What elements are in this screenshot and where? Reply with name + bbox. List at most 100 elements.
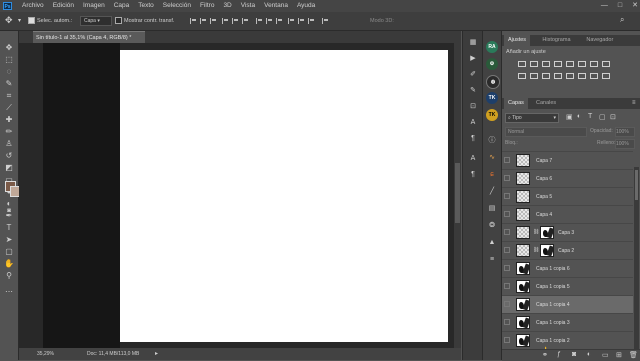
exposure-adjustment-icon[interactable] [554,61,562,67]
panel-menu-icon[interactable]: ≡ [632,100,636,106]
align-button-icon[interactable] [308,18,315,24]
brightness-adjustment-icon[interactable] [518,61,526,67]
pixel-filter-icon[interactable]: ▣ [566,113,573,121]
lasso-tool-icon[interactable]: ◌ [3,67,15,77]
brush-panel-icon[interactable]: ╱ [486,186,498,198]
layer-filter-dropdown[interactable]: ⌕ Tipo ▾ [505,113,559,123]
align-button-icon[interactable] [256,18,263,24]
levels-adjustment-icon[interactable] [530,61,538,67]
eraser-tool-icon[interactable]: ◩ [3,163,15,173]
mask-link-icon[interactable]: ⛓ [533,229,539,235]
layer-name[interactable]: Capa 5 [536,188,552,206]
visibility-toggle-icon[interactable] [504,283,510,289]
visibility-toggle-icon[interactable] [504,211,510,217]
blend-mode-dropdown[interactable]: Normal [505,127,587,137]
swirl-icon[interactable]: ∿ [486,152,498,164]
mask-link-icon[interactable]: ⛓ [533,247,539,253]
layer-row[interactable]: Capa 1 copia 2 [502,331,633,349]
status-menu-icon[interactable]: ▸ [155,348,158,360]
brush-tool-icon[interactable]: ✏ [3,127,15,137]
glyphs-panel-icon[interactable]: A [467,153,479,165]
align-button-icon[interactable] [222,18,229,24]
layer-mask-thumbnail[interactable] [540,244,554,257]
maximize-icon[interactable]: □ [618,0,622,12]
layer-row[interactable]: Capa 7 [502,151,633,169]
transform-controls-checkbox[interactable] [115,17,122,24]
paragraph-panel-icon[interactable]: ¶ [467,133,479,145]
properties-icon[interactable]: ▤ [486,203,498,215]
menu-item-filtro[interactable]: Filtro [200,0,214,12]
align-button-icon[interactable] [210,18,217,24]
search-icon[interactable]: ⌕ [620,15,624,25]
close-icon[interactable]: ✕ [632,0,638,12]
layer-name[interactable]: Capa 6 [536,170,552,188]
layer-row[interactable]: ⛓ Capa 2 [502,241,633,259]
tab-canales[interactable]: Canales [532,98,560,109]
hand-tool-icon[interactable]: ✋ [3,259,15,269]
threshold-adjustment-icon[interactable] [578,73,586,79]
clone-stamp-tool-icon[interactable]: ♙ [3,139,15,149]
character-panel-icon[interactable]: A [467,117,479,129]
tool-preset-dropdown[interactable]: ▾ [18,17,21,24]
menu-item-archivo[interactable]: Archivo [22,0,44,12]
visibility-toggle-icon[interactable] [504,229,510,235]
layer-row[interactable]: Capa 1 copia 6 [502,259,633,277]
layer-row[interactable]: Capa 6 [502,169,633,187]
align-button-icon[interactable] [242,18,249,24]
menu-item-ayuda[interactable]: Ayuda [297,0,315,12]
quick-select-tool-icon[interactable]: ✎ [3,79,15,89]
align-button-icon[interactable] [322,18,329,24]
timeline-icon[interactable]: ≡ [486,254,498,266]
move-tool-icon[interactable]: ✥ [3,43,15,53]
visibility-toggle-icon[interactable] [504,175,510,181]
layer-mask-thumbnail[interactable] [540,226,554,239]
clone-source-icon[interactable]: ⊡ [467,101,479,113]
brush-settings-icon[interactable]: ✐ [467,69,479,81]
layer-name[interactable]: Capa 3 [558,224,574,242]
menu-item-vista[interactable]: Vista [241,0,255,12]
opacity-field[interactable]: 100% [615,127,635,137]
layer-style-icon[interactable]: ƒ [557,351,561,358]
tk-extension-icon[interactable]: TK [486,92,498,104]
fill-field[interactable]: 100% [615,139,635,149]
layer-row[interactable]: ⛓ Capa 3 [502,223,633,241]
move-tool-icon[interactable]: ✥ [5,15,13,26]
healing-brush-tool-icon[interactable]: ✚ [3,115,15,125]
history-panel-icon[interactable]: ▦ [467,37,479,49]
visibility-toggle-icon[interactable] [504,265,510,271]
layer-name[interactable]: Capa 4 [536,206,552,224]
adjust-filter-icon[interactable]: ◐ [577,113,581,120]
channel-mixer-adjustment-icon[interactable] [530,73,538,79]
fire-icon[interactable]: ɕ [486,169,498,181]
quick-mask-icon[interactable]: ◙ [3,206,15,216]
history-brush-tool-icon[interactable]: ↺ [3,151,15,161]
gradient-map-adjustment-icon[interactable] [602,73,610,79]
layer-name[interactable]: Capa 1 copia 6 [536,260,570,278]
document-canvas[interactable] [120,50,448,342]
tk-actions-icon[interactable]: TK [486,109,498,121]
add-mask-icon[interactable]: ◙ [572,351,576,358]
marquee-tool-icon[interactable]: ⬚ [3,55,15,65]
layer-row[interactable]: Capa 1 copia 4 [502,295,633,313]
smart-filter-icon[interactable]: ⊡ [610,113,616,121]
align-button-icon[interactable] [190,18,197,24]
selective-color-adjustment-icon[interactable] [590,73,598,79]
auto-select-checkbox[interactable] [28,17,35,24]
new-layer-icon[interactable]: ⊞ [616,351,622,359]
visibility-toggle-icon[interactable] [504,301,510,307]
vibrance-adjustment-icon[interactable] [566,61,574,67]
align-button-icon[interactable] [276,18,283,24]
align-button-icon[interactable] [200,18,207,24]
layers-scrollbar[interactable] [634,167,639,357]
menu-item-edición[interactable]: Edición [53,0,74,12]
visibility-toggle-icon[interactable] [504,337,510,343]
bw-adjustment-icon[interactable] [602,61,610,67]
color-balance-adjustment-icon[interactable] [590,61,598,67]
align-button-icon[interactable] [298,18,305,24]
tab-histograma[interactable]: Histograma [538,35,574,46]
brushes-panel-icon[interactable]: ✎ [467,85,479,97]
curves-adjustment-icon[interactable] [542,61,550,67]
paragraph-styles-icon[interactable]: ¶ [467,169,479,181]
canvas-scrollbar[interactable] [454,43,461,348]
layer-name[interactable]: Capa 7 [536,152,552,170]
